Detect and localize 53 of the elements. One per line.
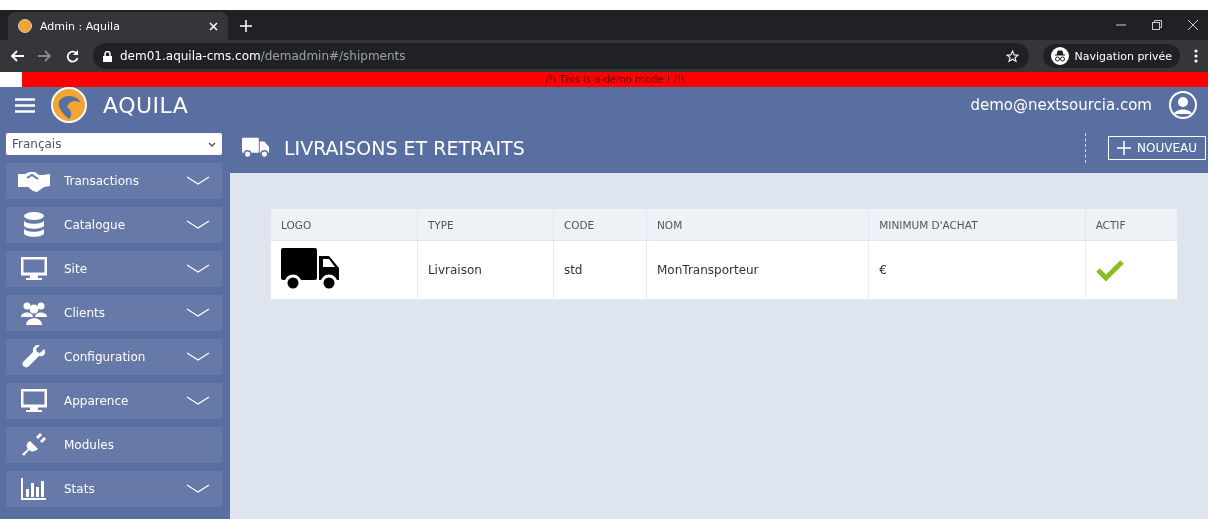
table-cell: MonTransporteur: [657, 263, 759, 277]
forward-icon[interactable]: [38, 50, 52, 62]
language-select[interactable]: Français: [6, 133, 222, 155]
user-avatar-icon[interactable]: [1168, 90, 1198, 120]
plug-icon: [22, 433, 46, 457]
star-icon[interactable]: [1005, 49, 1019, 63]
column-header: TYPE: [417, 208, 554, 241]
new-button[interactable]: NOUVEAU: [1108, 136, 1206, 160]
wrench-icon: [22, 345, 46, 369]
sidebar-item[interactable]: Transactions: [6, 163, 222, 199]
column-header: MINIMUM D'ACHAT: [868, 208, 1086, 241]
users-icon: [21, 301, 47, 325]
chevron-down-icon: [208, 141, 216, 147]
browser-tab[interactable]: Admin : Aquila: [8, 12, 228, 40]
address-bar[interactable]: dem01.aquila-cms.com/demadmin#/shipments: [93, 43, 1029, 69]
kebab-menu-icon[interactable]: [1194, 49, 1198, 63]
monitor-icon: [21, 389, 47, 413]
sidebar-item[interactable]: Modules: [6, 427, 222, 463]
table-cell: Livraison: [427, 263, 482, 277]
close-icon[interactable]: [1188, 20, 1198, 30]
plus-icon: [1117, 141, 1131, 155]
truck-icon: [242, 137, 270, 159]
sidebar-item[interactable]: Configuration: [6, 339, 222, 375]
sidebar-item[interactable]: Catalogue: [6, 207, 222, 243]
lock-icon: [103, 50, 112, 62]
table-cell: €: [879, 263, 887, 277]
hamburger-menu-icon[interactable]: [15, 97, 35, 113]
url-text: dem01.aquila-cms.com/demadmin#/shipments: [120, 49, 406, 63]
tab-title: Admin : Aquila: [40, 19, 121, 33]
column-header: ACTIF: [1085, 208, 1178, 241]
database-icon: [23, 212, 45, 238]
table-cell: std: [563, 263, 583, 277]
sidebar-item[interactable]: Clients: [6, 295, 222, 331]
incognito-icon: [1050, 47, 1069, 65]
monitor-icon: [21, 257, 47, 281]
column-header: LOGO: [270, 208, 418, 241]
sidebar-item[interactable]: Apparence: [6, 383, 222, 419]
bar-chart-icon: [21, 477, 47, 501]
demo-warning: /!\ This is a demo mode ! /!\: [545, 73, 685, 87]
brand-name: AQUILA: [103, 92, 189, 118]
restore-icon[interactable]: [1152, 20, 1162, 30]
user-email[interactable]: demo@nextsourcia.com: [970, 96, 1152, 114]
page-title: LIVRAISONS ET RETRAITS: [284, 137, 526, 159]
reload-icon[interactable]: [66, 49, 79, 63]
handshake-icon: [17, 170, 51, 192]
plus-icon[interactable]: [240, 20, 252, 32]
truck-icon: [281, 248, 341, 292]
incognito-label: Navigation privée: [1074, 49, 1172, 63]
sidebar-item[interactable]: Stats: [6, 471, 222, 507]
column-header: CODE: [553, 208, 647, 241]
sidebar-item[interactable]: Site: [6, 251, 222, 287]
back-icon[interactable]: [10, 50, 24, 62]
column-header: NOM: [646, 208, 869, 241]
